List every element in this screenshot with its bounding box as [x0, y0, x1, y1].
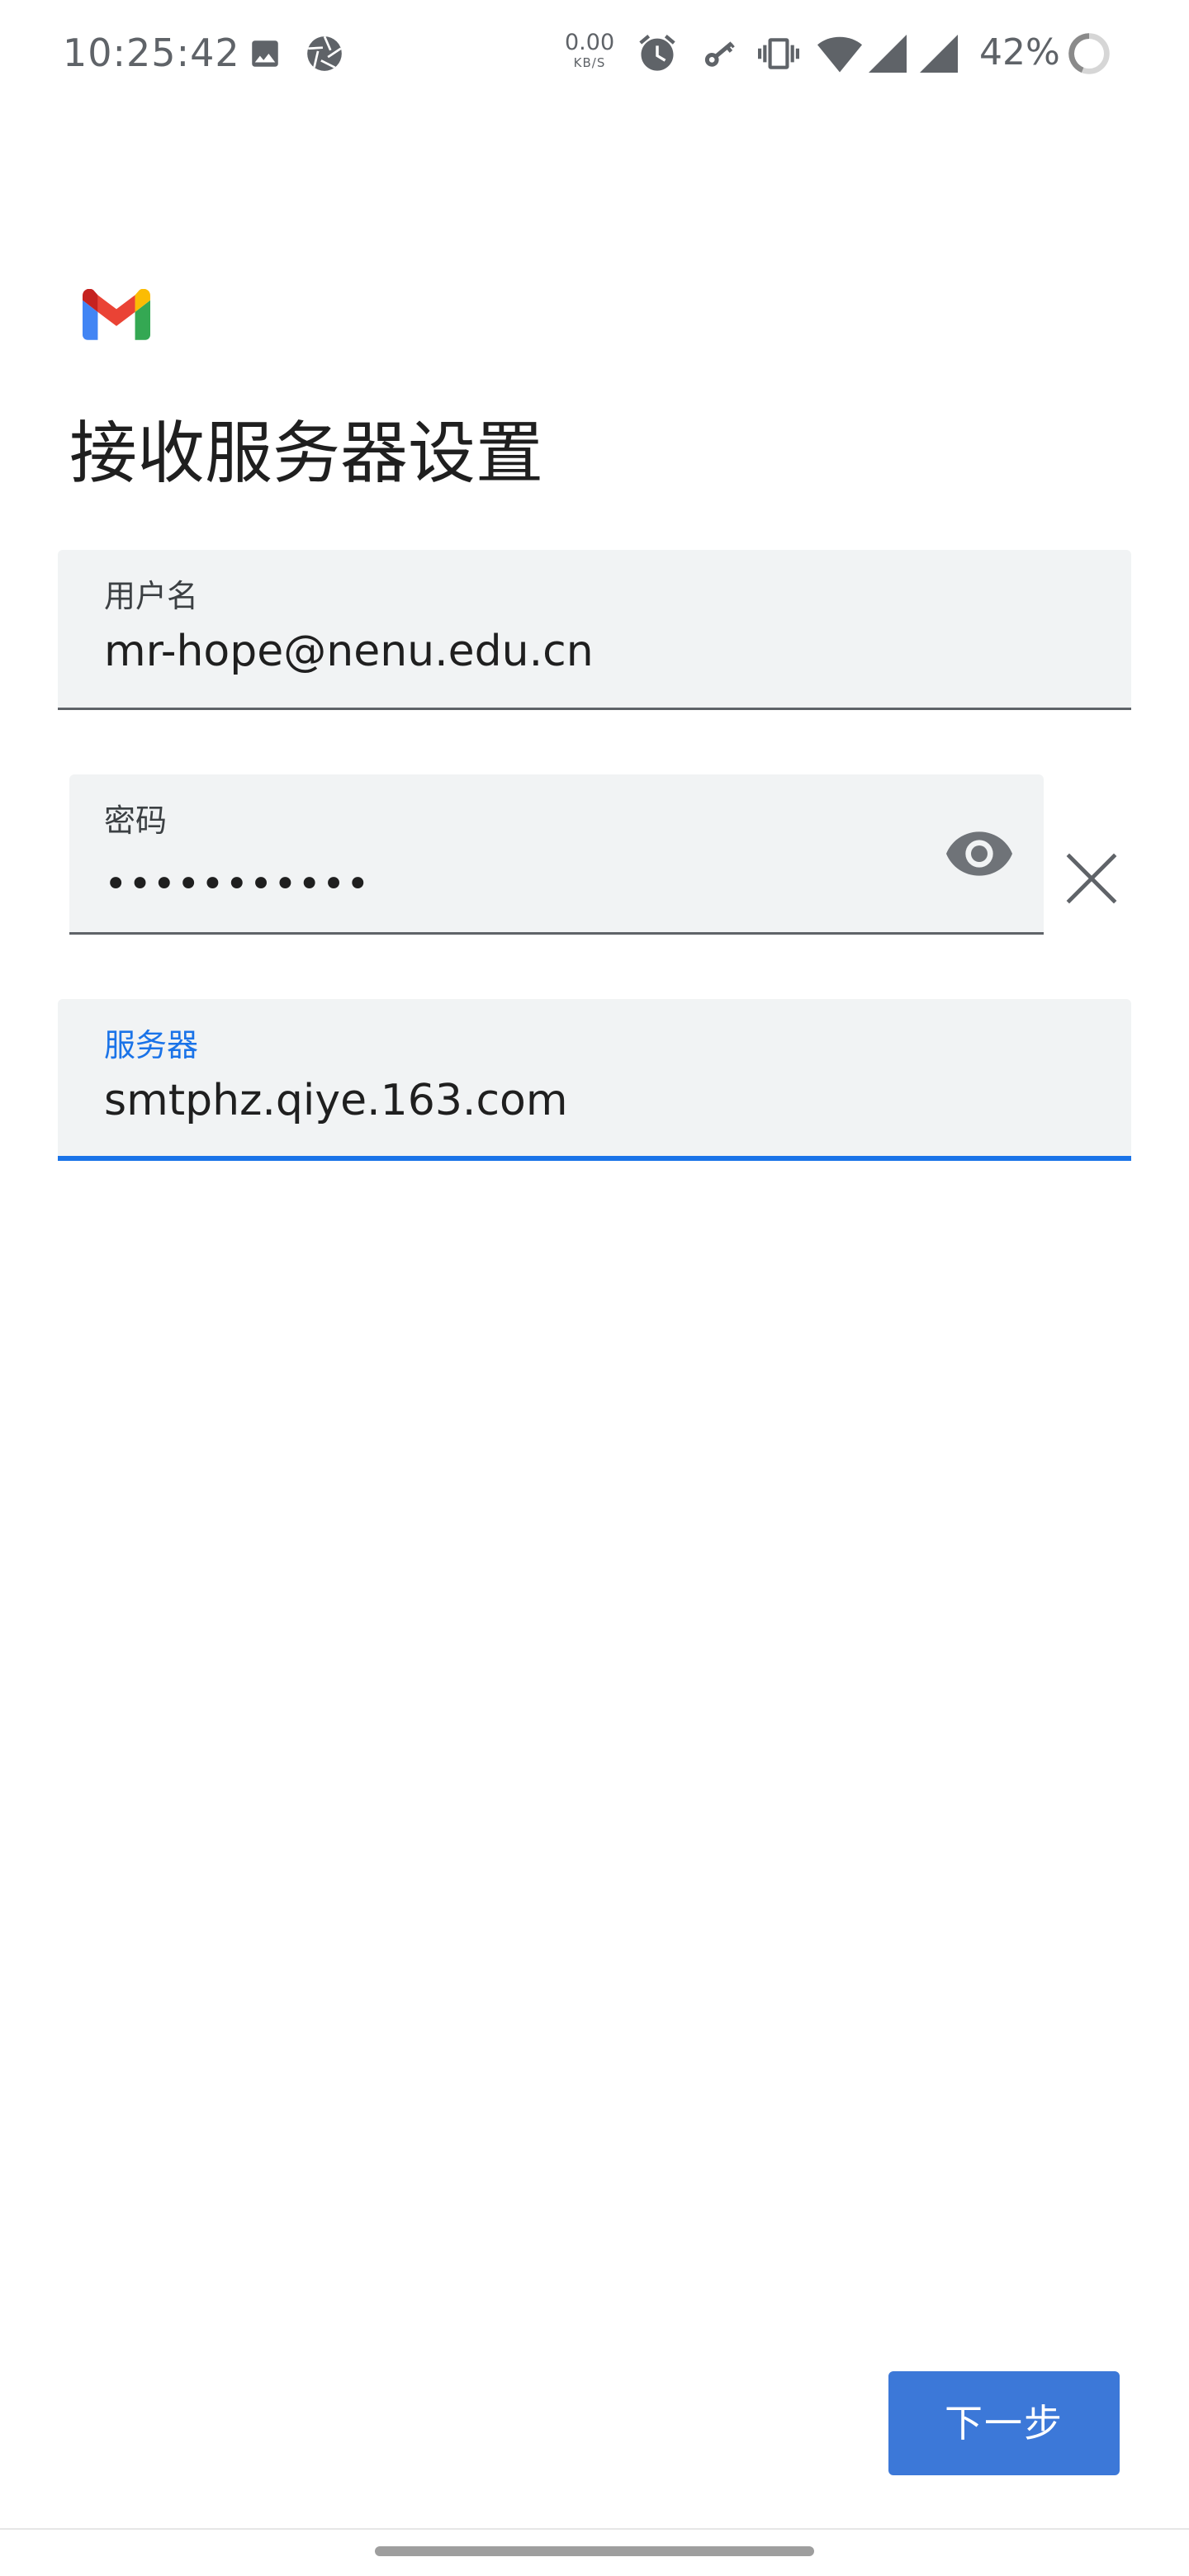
server-label: 服务器 — [104, 1027, 199, 1063]
status-time: 10:25:42 — [63, 31, 240, 75]
eye-icon[interactable] — [946, 829, 1012, 878]
gmail-logo — [83, 289, 150, 340]
username-field[interactable]: 用户名 mr-hope@nenu.edu.cn — [58, 550, 1131, 710]
battery-ring-icon — [1068, 33, 1110, 74]
wifi-icon — [817, 36, 862, 73]
network-speed: 0.00 KB/S — [565, 31, 614, 69]
aperture-icon — [307, 36, 342, 71]
alarm-icon — [639, 35, 675, 71]
username-label: 用户名 — [104, 578, 199, 614]
vibrate-icon — [758, 38, 799, 69]
password-field[interactable]: 密码 ••••••••••• — [69, 774, 1044, 935]
key-icon — [704, 41, 735, 67]
server-field[interactable]: 服务器 smtphz.qiye.163.com — [58, 999, 1131, 1161]
image-icon — [252, 40, 278, 67]
network-speed-value: 0.00 — [565, 30, 615, 55]
gesture-nav-handle[interactable] — [375, 2546, 814, 2556]
signal-icon — [869, 35, 907, 73]
status-bar: 10:25:42 0.00 KB/S 42% — [0, 0, 1189, 107]
next-button[interactable]: 下一步 — [888, 2371, 1120, 2475]
password-label: 密码 — [104, 803, 168, 839]
page-title: 接收服务器设置 — [69, 414, 544, 493]
battery-percent: 42% — [979, 31, 1060, 73]
close-icon[interactable] — [1062, 849, 1121, 908]
network-speed-unit: KB/S — [573, 55, 606, 70]
password-input[interactable]: ••••••••••• — [104, 857, 370, 912]
nav-divider — [0, 2528, 1189, 2530]
username-input[interactable]: mr-hope@nenu.edu.cn — [104, 624, 594, 679]
signal-icon — [920, 35, 958, 73]
server-input[interactable]: smtphz.qiye.163.com — [104, 1073, 568, 1128]
